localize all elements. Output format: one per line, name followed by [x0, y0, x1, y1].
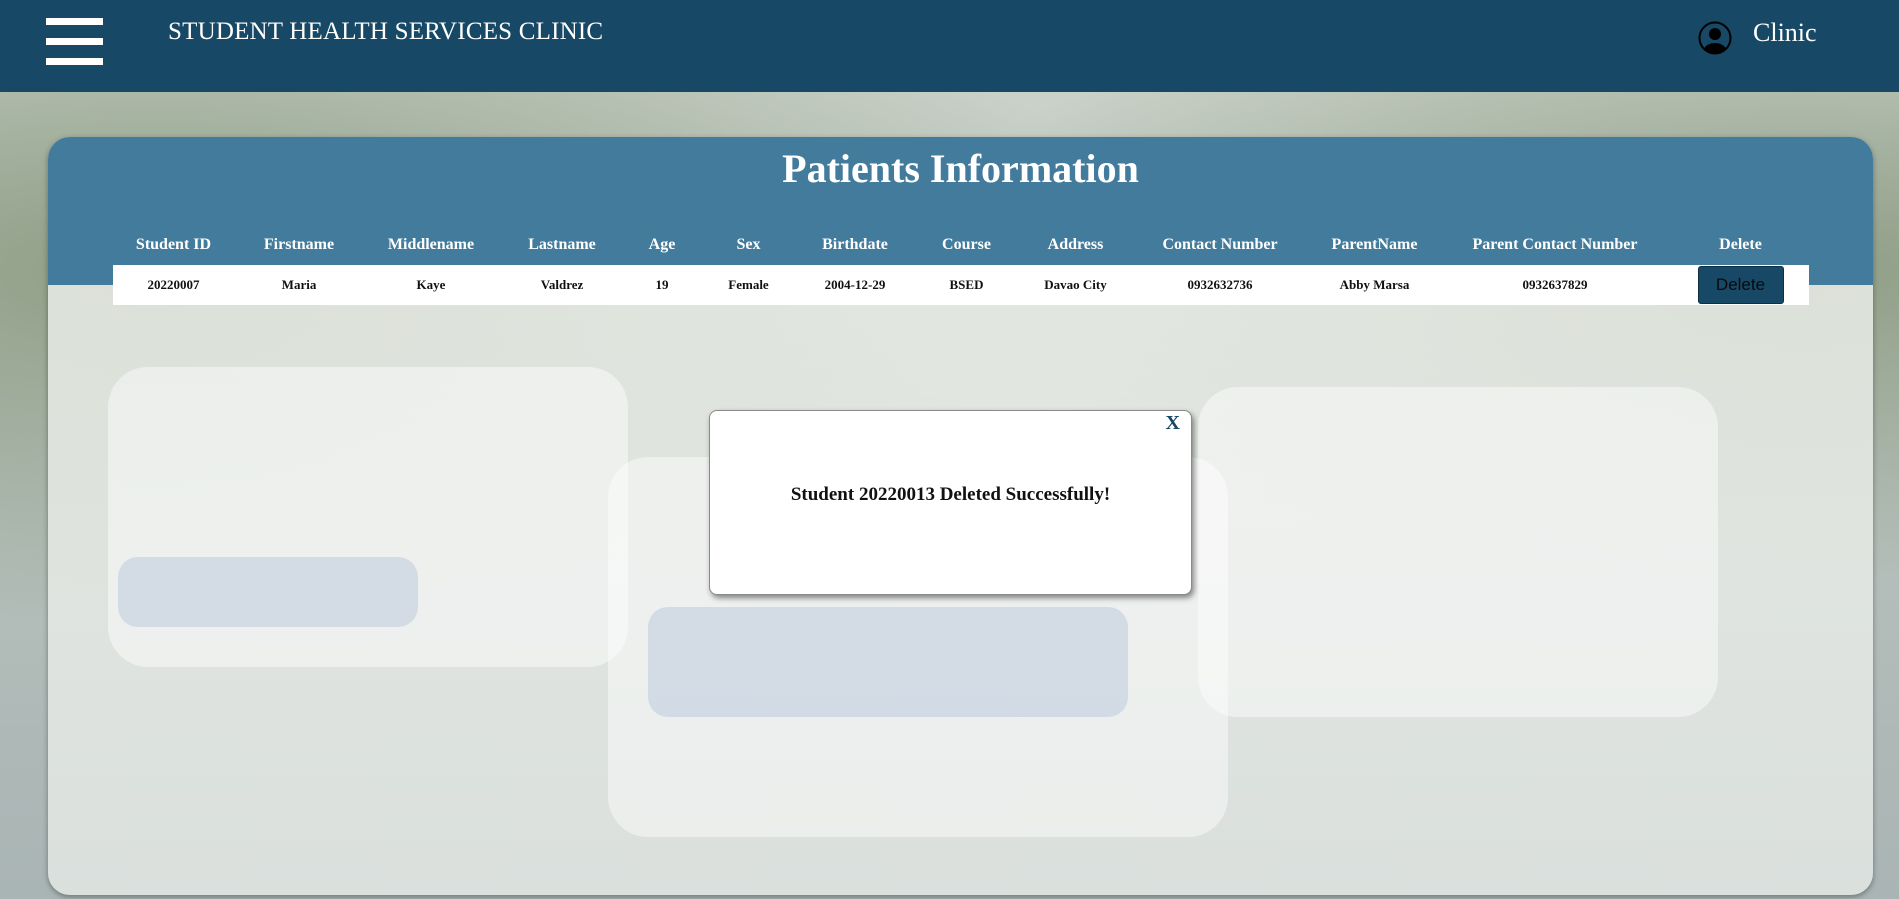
- cell-delete: Delete: [1672, 265, 1809, 305]
- column-header-contact-number: Contact Number: [1162, 236, 1278, 253]
- top-bar: STUDENT HEALTH SERVICES CLINIC Clinic: [0, 0, 1899, 92]
- column-header-student-id: Student ID: [135, 236, 212, 253]
- cell-birthdate: 2004-12-29: [799, 265, 911, 305]
- success-modal: X Student 20220013 Deleted Successfully!: [709, 410, 1192, 595]
- column-header-firstname: Firstname: [263, 236, 335, 253]
- user-label[interactable]: Clinic: [1753, 18, 1817, 48]
- background-bed-stripe: [648, 607, 1128, 717]
- table-row: 20220007 Maria Kaye Valdrez 19 Female 20…: [113, 265, 1809, 305]
- modal-message: Student 20220013 Deleted Successfully!: [790, 484, 1111, 505]
- column-header-parent-contact-number: Parent Contact Number: [1472, 236, 1638, 253]
- background-bed-shape: [1198, 387, 1718, 717]
- hamburger-menu-icon[interactable]: [46, 18, 103, 66]
- column-header-birthdate: Birthdate: [822, 236, 888, 253]
- column-header-address: Address: [1047, 236, 1104, 253]
- column-header-lastname: Lastname: [528, 236, 596, 253]
- cell-student-id: 20220007: [113, 265, 234, 305]
- delete-button[interactable]: Delete: [1697, 266, 1784, 304]
- cell-middlename: Kaye: [364, 265, 498, 305]
- patients-table: Student ID Firstname Middlename Lastname…: [113, 225, 1809, 305]
- user-circle-icon[interactable]: [1698, 21, 1732, 55]
- page-title: Patients Information: [782, 146, 1139, 191]
- table-header-row: Student ID Firstname Middlename Lastname…: [113, 225, 1809, 265]
- cell-address: Davao City: [1022, 265, 1129, 305]
- cell-age: 19: [626, 265, 698, 305]
- column-header-sex: Sex: [736, 236, 761, 253]
- app-title: STUDENT HEALTH SERVICES CLINIC: [168, 18, 604, 45]
- column-header-middlename: Middlename: [387, 236, 475, 253]
- cell-parent-contact-number: 0932637829: [1438, 265, 1672, 305]
- cell-firstname: Maria: [234, 265, 364, 305]
- background-bed-stripe: [118, 557, 418, 627]
- column-header-parent-name: ParentName: [1331, 236, 1418, 253]
- column-header-course: Course: [942, 236, 991, 253]
- cell-lastname: Valdrez: [498, 265, 626, 305]
- cell-sex: Female: [698, 265, 799, 305]
- cell-contact-number: 0932632736: [1129, 265, 1311, 305]
- cell-parent-name: Abby Marsa: [1311, 265, 1438, 305]
- close-button[interactable]: X: [1166, 412, 1180, 435]
- column-header-delete: Delete: [1719, 236, 1762, 253]
- column-header-age: Age: [648, 236, 676, 253]
- cell-course: BSED: [911, 265, 1022, 305]
